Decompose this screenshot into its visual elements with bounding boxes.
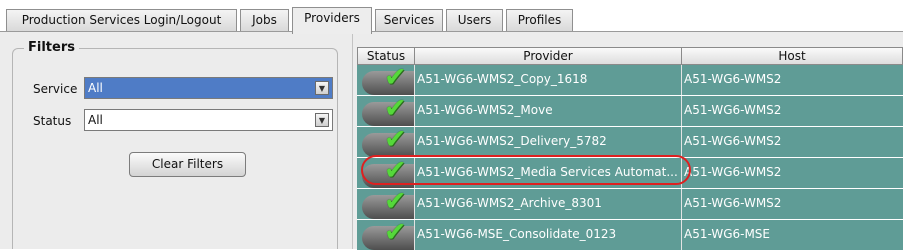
provider-cell: A51-WG6-WMS2_Media Services Automat... — [417, 165, 678, 179]
cell-divider — [414, 96, 415, 126]
table-row[interactable]: ✔ A51-WG6-WMS2_Archive_8301 A51-WG6-WMS2 — [357, 186, 903, 220]
host-cell: A51-WG6-WMS2 — [684, 103, 782, 117]
tab-users[interactable]: Users — [446, 9, 503, 31]
provider-cell: A51-WG6-WMS2_Archive_8301 — [417, 196, 602, 210]
cell-divider — [414, 189, 415, 219]
cell-divider — [414, 220, 415, 250]
provider-cell: A51-WG6-WMS2_Copy_1618 — [417, 72, 588, 86]
column-header-provider[interactable]: Provider — [414, 47, 682, 65]
service-select[interactable]: All ▼ — [84, 77, 333, 99]
tab-jobs[interactable]: Jobs — [240, 9, 289, 31]
filters-title: Filters — [24, 40, 79, 55]
status-cell: ✔ — [362, 155, 414, 188]
providers-table: Status Provider Host ✔ A51-WG6-WMS2_Copy… — [357, 47, 903, 251]
table-row[interactable]: ✔ A51-WG6-WMS2_Media Services Automat...… — [357, 155, 903, 189]
cell-divider — [681, 158, 682, 188]
green-checkmark-icon: ✔ — [384, 93, 407, 124]
cell-divider — [681, 189, 682, 219]
cell-divider — [414, 65, 415, 95]
status-value: All — [88, 113, 103, 127]
provider-cell: A51-WG6-WMS2_Delivery_5782 — [417, 134, 607, 148]
panel-separator[interactable] — [352, 32, 353, 249]
cell-divider — [681, 220, 682, 250]
status-cell: ✔ — [362, 124, 414, 157]
host-cell: A51-WG6-WMS2 — [684, 165, 782, 179]
cell-divider — [681, 65, 682, 95]
providers-content: Filters Service All ▼ Status All ▼ Clear… — [0, 32, 903, 251]
service-value: All — [88, 81, 103, 95]
host-cell: A51-WG6-MSE — [684, 227, 771, 241]
table-row[interactable]: ✔ A51-WG6-WMS2_Copy_1618 A51-WG6-WMS2 — [357, 62, 903, 96]
table-row[interactable]: ✔ A51-WG6-WMS2_Move A51-WG6-WMS2 — [357, 93, 903, 127]
tab-providers[interactable]: Providers — [292, 7, 372, 34]
status-label: Status — [33, 114, 72, 128]
host-cell: A51-WG6-WMS2 — [684, 196, 782, 210]
tab-bar: Production Services Login/Logout Jobs Pr… — [0, 0, 903, 34]
status-cell: ✔ — [362, 93, 414, 126]
provider-cell: A51-WG6-WMS2_Move — [417, 103, 553, 117]
filters-panel: Filters Service All ▼ Status All ▼ Clear… — [0, 32, 350, 249]
column-header-host[interactable]: Host — [681, 47, 903, 65]
status-select[interactable]: All ▼ — [84, 109, 333, 131]
cell-divider — [414, 127, 415, 157]
cell-divider — [414, 158, 415, 188]
green-checkmark-icon: ✔ — [384, 124, 407, 155]
host-cell: A51-WG6-WMS2 — [684, 72, 782, 86]
cell-divider — [681, 96, 682, 126]
dropdown-arrow-icon[interactable]: ▼ — [315, 81, 329, 95]
table-row[interactable]: ✔ A51-WG6-MSE_Consolidate_0123 A51-WG6-M… — [357, 217, 903, 251]
tab-production-services-login-logout[interactable]: Production Services Login/Logout — [6, 9, 237, 31]
tab-services[interactable]: Services — [375, 9, 443, 31]
green-checkmark-icon: ✔ — [384, 186, 407, 217]
status-cell: ✔ — [362, 62, 414, 95]
provider-cell: A51-WG6-MSE_Consolidate_0123 — [417, 227, 617, 241]
green-checkmark-icon: ✔ — [384, 155, 407, 186]
table-row[interactable]: ✔ A51-WG6-WMS2_Delivery_5782 A51-WG6-WMS… — [357, 124, 903, 158]
cell-divider — [681, 127, 682, 157]
tab-profiles[interactable]: Profiles — [506, 9, 573, 31]
status-cell: ✔ — [362, 217, 414, 250]
green-checkmark-icon: ✔ — [384, 217, 407, 248]
status-cell: ✔ — [362, 186, 414, 219]
host-cell: A51-WG6-WMS2 — [684, 134, 782, 148]
service-label: Service — [33, 82, 78, 96]
dropdown-arrow-icon[interactable]: ▼ — [315, 113, 329, 127]
green-checkmark-icon: ✔ — [384, 62, 407, 93]
clear-filters-button[interactable]: Clear Filters — [129, 152, 246, 177]
